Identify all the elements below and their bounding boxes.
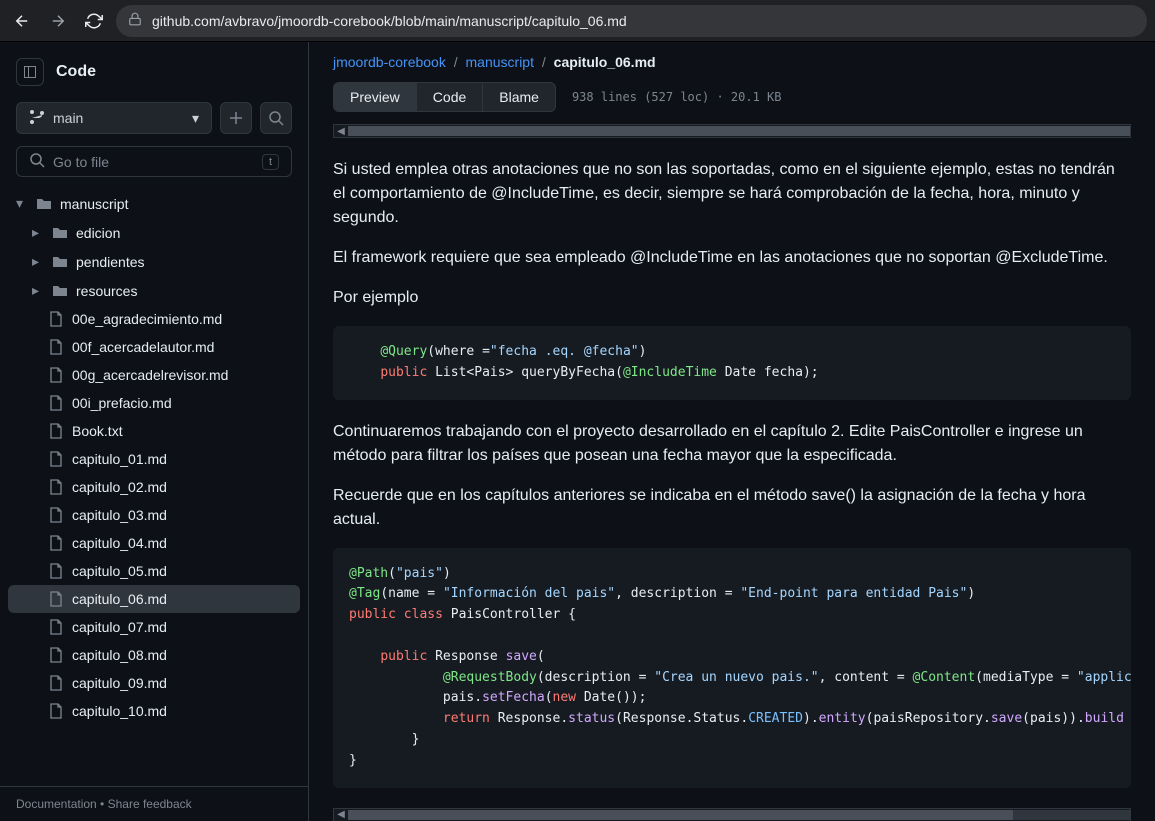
horizontal-scrollbar[interactable]: ◀: [333, 124, 1131, 138]
paragraph: Recuerde que en los capítulos anteriores…: [333, 484, 1131, 532]
paragraph: Si usted emplea otras anotaciones que no…: [333, 158, 1131, 230]
file-icon: [48, 367, 64, 383]
folder-open-icon: [36, 196, 52, 212]
tree-folder[interactable]: ▸pendientes: [8, 247, 300, 276]
file-icon: [48, 311, 64, 327]
branch-selector[interactable]: main ▾: [16, 102, 212, 134]
sidebar-title: Code: [56, 63, 96, 81]
file-meta: 938 lines (527 loc) · 20.1 KB: [572, 90, 782, 104]
folder-icon: [52, 254, 68, 270]
tree-file[interactable]: capitulo_07.md: [8, 613, 300, 641]
file-icon: [48, 535, 64, 551]
tree-file[interactable]: 00i_prefacio.md: [8, 389, 300, 417]
branch-name: main: [53, 110, 83, 126]
chevron-right-icon: ▸: [32, 224, 44, 241]
tree-file[interactable]: Book.txt: [8, 417, 300, 445]
file-icon: [48, 423, 64, 439]
url-bar[interactable]: github.com/avbravo/jmoordb-corebook/blob…: [116, 5, 1147, 37]
file-icon: [48, 451, 64, 467]
footer-doc-link[interactable]: Documentation: [16, 797, 97, 811]
sidebar: Code main ▾ t ▾ manuscript ▸edicion▸pend…: [0, 42, 309, 821]
file-icon: [48, 619, 64, 635]
tree-folder[interactable]: ▸edicion: [8, 218, 300, 247]
tree-file[interactable]: capitulo_01.md: [8, 445, 300, 473]
breadcrumb-repo[interactable]: jmoordb-corebook: [333, 54, 446, 70]
folder-icon: [52, 225, 68, 241]
url-text: github.com/avbravo/jmoordb-corebook/blob…: [152, 13, 627, 29]
chevron-right-icon: ▸: [32, 282, 44, 299]
tree-file[interactable]: capitulo_10.md: [8, 697, 300, 725]
tree-file[interactable]: 00g_acercadelrevisor.md: [8, 361, 300, 389]
code-block: @Query(where ="fecha .eq. @fecha") publi…: [333, 326, 1131, 400]
search-kbd: t: [262, 154, 279, 170]
file-icon: [48, 339, 64, 355]
file-icon: [48, 591, 64, 607]
search-repo-button[interactable]: [260, 102, 292, 134]
breadcrumb-file: capitulo_06.md: [554, 54, 656, 70]
tree-file[interactable]: capitulo_06.md: [8, 585, 300, 613]
paragraph: El framework requiere que sea empleado @…: [333, 246, 1131, 270]
lock-icon: [128, 12, 142, 29]
breadcrumb-folder[interactable]: manuscript: [466, 54, 534, 70]
forward-button[interactable]: [44, 7, 72, 35]
horizontal-scrollbar[interactable]: ◀: [333, 808, 1131, 821]
branch-icon: [29, 109, 45, 128]
tab-blame[interactable]: Blame: [483, 83, 555, 111]
file-search-input[interactable]: [53, 154, 254, 170]
folder-icon: [52, 283, 68, 299]
footer-feedback-link[interactable]: Share feedback: [108, 797, 192, 811]
reload-button[interactable]: [80, 7, 108, 35]
breadcrumbs: jmoordb-corebook / manuscript / capitulo…: [309, 42, 1155, 82]
file-icon: [48, 563, 64, 579]
tree-file[interactable]: 00e_agradecimiento.md: [8, 305, 300, 333]
tree-file[interactable]: capitulo_08.md: [8, 641, 300, 669]
browser-chrome: github.com/avbravo/jmoordb-corebook/blob…: [0, 0, 1155, 42]
file-icon: [48, 703, 64, 719]
chevron-right-icon: ▸: [32, 253, 44, 270]
file-icon: [48, 675, 64, 691]
paragraph: Continuaremos trabajando con el proyecto…: [333, 420, 1131, 468]
file-icon: [48, 479, 64, 495]
sidebar-toggle-icon[interactable]: [16, 58, 44, 86]
tree-folder[interactable]: ▸resources: [8, 276, 300, 305]
tree-root[interactable]: ▾ manuscript: [8, 189, 300, 218]
search-icon: [29, 152, 45, 171]
file-icon: [48, 395, 64, 411]
tab-preview[interactable]: Preview: [334, 83, 417, 111]
chevron-down-icon: ▾: [192, 110, 199, 127]
document-body: ◀ Si usted emplea otras anotaciones que …: [309, 124, 1155, 821]
paragraph: Por ejemplo: [333, 286, 1131, 310]
sidebar-footer: Documentation • Share feedback: [0, 786, 308, 821]
back-button[interactable]: [8, 7, 36, 35]
tab-code[interactable]: Code: [417, 83, 483, 111]
file-icon: [48, 507, 64, 523]
file-search[interactable]: t: [16, 146, 292, 177]
tree-file[interactable]: capitulo_03.md: [8, 501, 300, 529]
tree-file[interactable]: capitulo_05.md: [8, 557, 300, 585]
tree-file[interactable]: capitulo_09.md: [8, 669, 300, 697]
file-tree: ▾ manuscript ▸edicion▸pendientes▸resourc…: [0, 189, 308, 786]
content: jmoordb-corebook / manuscript / capitulo…: [309, 42, 1155, 821]
tree-file[interactable]: 00f_acercadelautor.md: [8, 333, 300, 361]
chevron-down-icon: ▾: [16, 195, 28, 212]
view-tabs: Preview Code Blame: [333, 82, 556, 112]
code-block: @Path("pais") @Tag(name = "Información d…: [333, 548, 1131, 788]
tree-file[interactable]: capitulo_04.md: [8, 529, 300, 557]
file-icon: [48, 647, 64, 663]
tree-file[interactable]: capitulo_02.md: [8, 473, 300, 501]
add-file-button[interactable]: [220, 102, 252, 134]
